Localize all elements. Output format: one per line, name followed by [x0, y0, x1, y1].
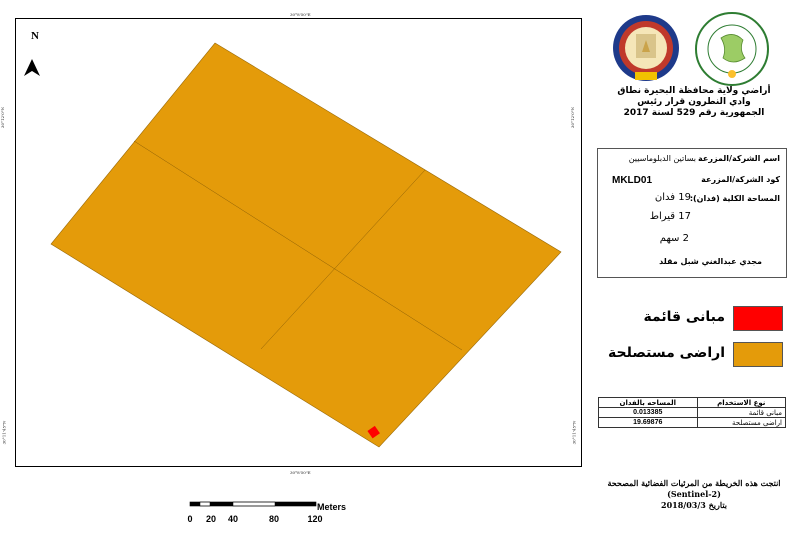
area-label: المساحة الكلية (فدان):	[689, 194, 780, 203]
header-area: المساحه بالفدان	[598, 397, 698, 408]
scale-tick: 80	[268, 514, 280, 524]
code-label: كود الشركة/المزرعة	[701, 175, 780, 184]
scale-unit: Meters	[317, 502, 347, 512]
coord-right-lower: 30°11'45"N	[571, 420, 577, 445]
company-value: بساتين الدبلوماسيين	[628, 154, 696, 163]
owner-name: مجدي عبدالغني شبل مقلد	[659, 257, 762, 266]
land-use-table: المساحه بالفدان نوع الاستخدام 0.013385 م…	[598, 397, 787, 428]
footer-line-3: بتاريخ 2018/03/3	[661, 500, 727, 510]
footer-line-1: انتجت هذه الخريطة من المرئيات الفضائية ا…	[607, 478, 781, 488]
coord-top: 30°8'50"E	[290, 12, 311, 17]
footer-line-2: (Sentinel-2)	[667, 489, 721, 499]
scale-tick: 120	[307, 514, 323, 524]
title-line-1: أراضي ولاية محافظة البحيرة نطاق	[617, 86, 771, 96]
area-sahm: 2 سهم	[659, 233, 689, 244]
legend-swatch-buildings	[733, 306, 783, 331]
north-arrow-icon	[24, 59, 40, 76]
company-label: اسم الشركة/المزرعة	[698, 154, 780, 163]
row-use: اراضى مستصلحة	[696, 417, 787, 428]
row-area: 0.013385	[598, 407, 698, 418]
map-canvas	[24, 42, 562, 448]
governorate-logo	[613, 15, 679, 81]
reclaimed-land-parcel[interactable]	[50, 42, 562, 448]
narss-logo	[695, 12, 769, 86]
farm-info-box: اسم الشركة/المزرعة بساتين الدبلوماسيين ك…	[597, 148, 787, 278]
title-line-2: وادي النطرون قرار رئيس	[637, 97, 751, 107]
area-qirat: 17 قيراط	[649, 211, 691, 222]
source-note: انتجت هذه الخريطة من المرئيات الفضائية ا…	[598, 478, 790, 511]
header-use: نوع الاستخدام	[696, 397, 787, 408]
scale-tick: 20	[205, 514, 217, 524]
code-value: MKLD01	[612, 175, 653, 186]
table-row: 0.013385 مبانى قائمة	[598, 407, 787, 418]
title-line-3: الجمهورية رقم 529 لسنة 2017	[623, 108, 765, 118]
scale-bar	[189, 501, 317, 507]
table-row: 19.69876 اراضى مستصلحة	[598, 417, 787, 428]
map-title: أراضي ولاية محافظة البحيرة نطاق وادي الن…	[600, 86, 788, 119]
row-use: مبانى قائمة	[696, 407, 787, 418]
scale-tick: 40	[227, 514, 239, 524]
map-frame[interactable]	[15, 18, 582, 467]
row-area: 19.69876	[598, 417, 698, 428]
legend-label-buildings: مبانى قائمة	[643, 309, 726, 325]
legend-label-reclaimed: اراضى مستصلحة	[608, 345, 725, 361]
coord-left: 30°12'0"N	[0, 106, 6, 129]
north-label: N	[31, 30, 39, 42]
legend-swatch-reclaimed	[733, 342, 783, 367]
table-header-row: المساحه بالفدان نوع الاستخدام	[598, 397, 787, 408]
coord-left-lower: 30°11'45"N	[1, 420, 7, 445]
coord-bottom: 30°8'50"E	[290, 470, 311, 475]
area-feddan: 19 فدان	[654, 192, 691, 203]
scale-tick: 0	[187, 514, 193, 524]
coord-right: 30°12'0"N	[570, 106, 576, 129]
